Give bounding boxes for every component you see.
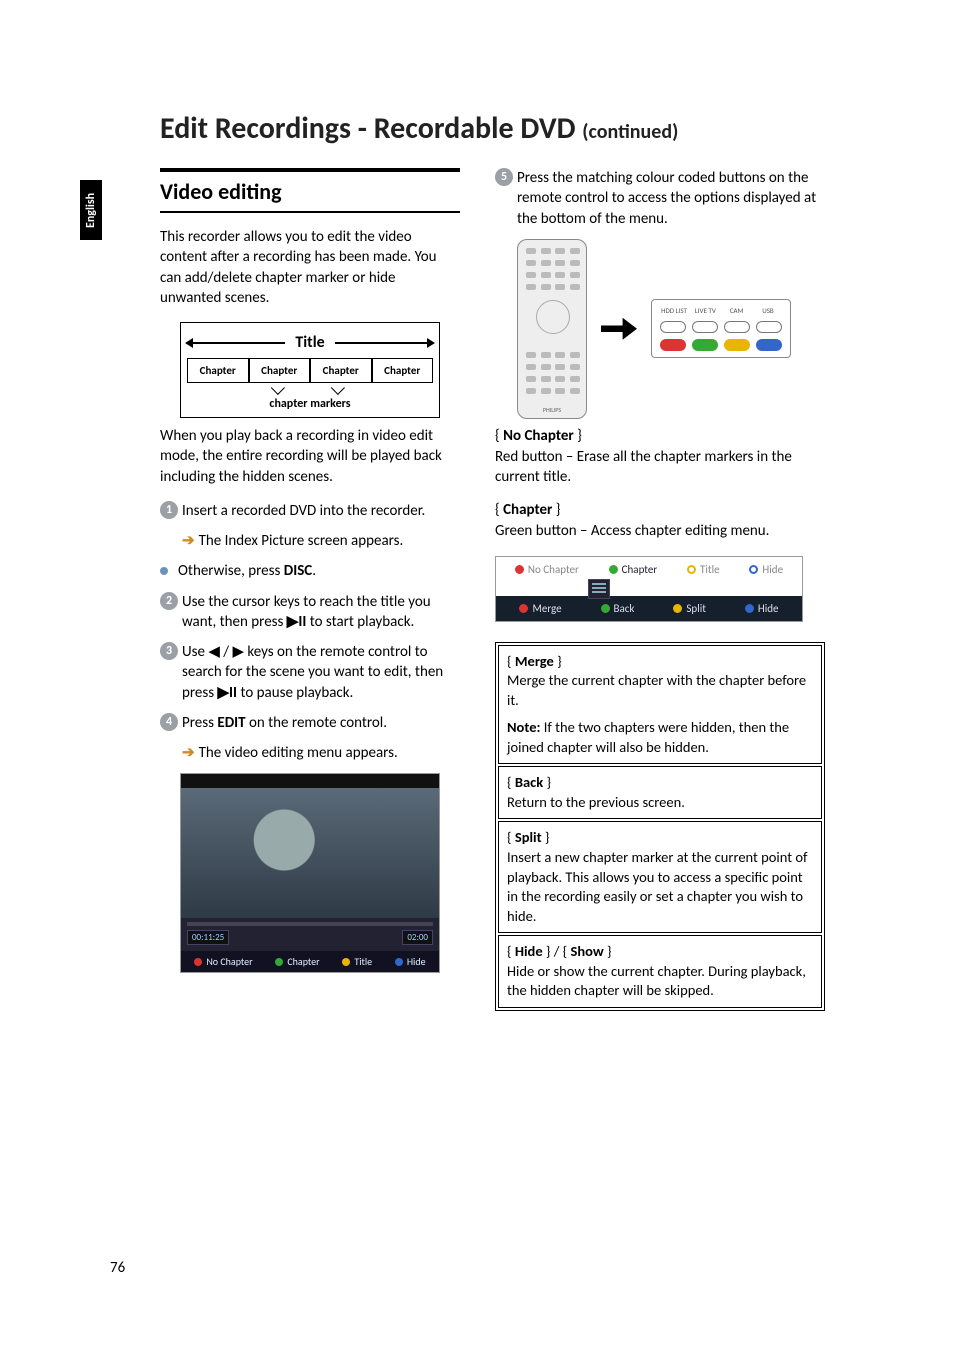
arrow-icon: ➔ (182, 532, 195, 550)
step-4: 4 Press EDIT on the remote control. (160, 713, 460, 733)
step-2: 2 Use the cursor keys to reach the title… (160, 592, 460, 633)
diagram-chapter-cell: Chapter (310, 358, 372, 383)
sm-hide: Hide (749, 563, 783, 576)
no-chapter-label: { No Chapter } (495, 427, 825, 445)
language-tab: English (80, 180, 102, 240)
oval-button-icon (692, 321, 718, 333)
sm-title: Title (687, 563, 720, 576)
step-number-icon: 2 (160, 592, 178, 610)
ves-no-chapter: No Chapter (194, 955, 252, 968)
no-chapter-desc: Red button – Erase all the chapter marke… (495, 447, 825, 488)
remote-control-icon: PHILIPS (517, 239, 587, 419)
back-cell: { Back } Return to the previous screen. (498, 766, 822, 819)
yellow-button-icon (724, 339, 750, 351)
left-column: Video editing This recorder allows you t… (160, 168, 460, 973)
section-heading-box: Video editing (160, 168, 460, 213)
title-chapter-diagram: Title Chapter Chapter Chapter Chapter ch… (180, 322, 440, 418)
oval-button-icon (724, 321, 750, 333)
sm-no-chapter: No Chapter (515, 563, 579, 576)
blue-dot-icon (395, 958, 403, 966)
diagram-chapter-cell: Chapter (249, 358, 311, 383)
green-dot-icon (275, 958, 283, 966)
timecode-right: 02:00 (402, 930, 433, 945)
diagram-markers-label: chapter markers (187, 397, 433, 411)
ves-title: Title (342, 955, 372, 968)
green-button-icon (692, 339, 718, 351)
step-1-text: Insert a recorded DVD into the recorder. (182, 501, 425, 521)
chapter-label: { Chapter } (495, 501, 825, 519)
step-5: 5 Press the matching colour coded button… (495, 168, 825, 229)
video-edit-menu-screenshot: 00:11:25 02:00 No Chapter Chapter Title … (180, 773, 440, 973)
remote-to-panel-graphic: PHILIPS HDD LIST LIVE TV CAM USB (517, 239, 825, 419)
green-dot-icon (601, 604, 610, 613)
bullet-disc: Otherwise, press DISC. (160, 561, 460, 581)
section-heading: Video editing (160, 178, 460, 205)
oval-button-icon (660, 321, 686, 333)
chapter-desc: Green button – Access chapter editing me… (495, 521, 825, 541)
blue-button-icon (756, 339, 782, 351)
step-4-sub: ➔The video editing menu appears. (182, 743, 460, 763)
timecode-left: 00:11:25 (187, 930, 229, 945)
red-dot-icon (515, 565, 524, 574)
step-1-sub: ➔The Index Picture screen appears. (182, 531, 460, 551)
clock-image (181, 788, 439, 918)
page-number: 76 (110, 1259, 125, 1277)
split-cell: { Split } Insert a new chapter marker at… (498, 821, 822, 933)
arrow-right-icon (335, 342, 433, 344)
color-button-panel: HDD LIST LIVE TV CAM USB (651, 299, 791, 358)
step-3: 3 Use ◀ / ▶ keys on the remote control t… (160, 642, 460, 703)
diagram-chapter-cell: Chapter (372, 358, 434, 383)
blue-dot-icon (745, 604, 754, 613)
sm-back: Back (601, 602, 635, 615)
red-button-icon (660, 339, 686, 351)
oval-button-icon (756, 321, 782, 333)
red-dot-icon (519, 604, 528, 613)
dropdown-icon (588, 579, 610, 599)
bullet-icon (160, 567, 168, 575)
left-right-keys-icon: ◀ / ▶ (208, 643, 244, 661)
sm-chapter: Chapter (609, 563, 658, 576)
red-dot-icon (194, 958, 202, 966)
remote-brand: PHILIPS (518, 406, 586, 414)
page-title: Edit Recordings - Recordable DVD (contin… (160, 110, 678, 147)
step-number-icon: 5 (495, 168, 513, 186)
ves-chapter: Chapter (275, 955, 319, 968)
playback-paragraph: When you play back a recording in video … (160, 426, 460, 487)
arrow-left-icon (187, 342, 285, 344)
title-continued: (continued) (582, 120, 678, 144)
yellow-dot-icon (673, 604, 682, 613)
merge-cell: { Merge } Merge the current chapter with… (498, 645, 822, 765)
step-number-icon: 4 (160, 713, 178, 731)
title-main: Edit Recordings - Recordable DVD (160, 110, 582, 147)
diagram-title-label: Title (291, 333, 328, 352)
hide-show-cell: { Hide } / { Show } Hide or show the cur… (498, 935, 822, 1008)
yellow-dot-icon (687, 565, 696, 574)
right-column: 5 Press the matching colour coded button… (495, 168, 825, 1011)
ves-hide: Hide (395, 955, 426, 968)
step-number-icon: 3 (160, 642, 178, 660)
option-description-table: { Merge } Merge the current chapter with… (495, 642, 825, 1011)
diagram-chapter-cell: Chapter (187, 358, 249, 383)
step-number-icon: 1 (160, 501, 178, 519)
sm-merge: Merge (519, 602, 561, 615)
blue-dot-icon (749, 565, 758, 574)
sm-split: Split (673, 602, 706, 615)
play-pause-icon: ▶II (218, 684, 238, 702)
intro-paragraph: This recorder allows you to edit the vid… (160, 227, 460, 308)
big-arrow-icon (601, 318, 637, 340)
sm-hide: Hide (745, 602, 779, 615)
chapter-submenu-screenshot: No Chapter Chapter Title Hide Merge Back… (495, 556, 803, 622)
arrow-icon: ➔ (182, 744, 195, 762)
green-dot-icon (609, 565, 618, 574)
step-1: 1 Insert a recorded DVD into the recorde… (160, 501, 460, 521)
yellow-dot-icon (342, 958, 350, 966)
play-pause-icon: ▶II (287, 613, 307, 631)
